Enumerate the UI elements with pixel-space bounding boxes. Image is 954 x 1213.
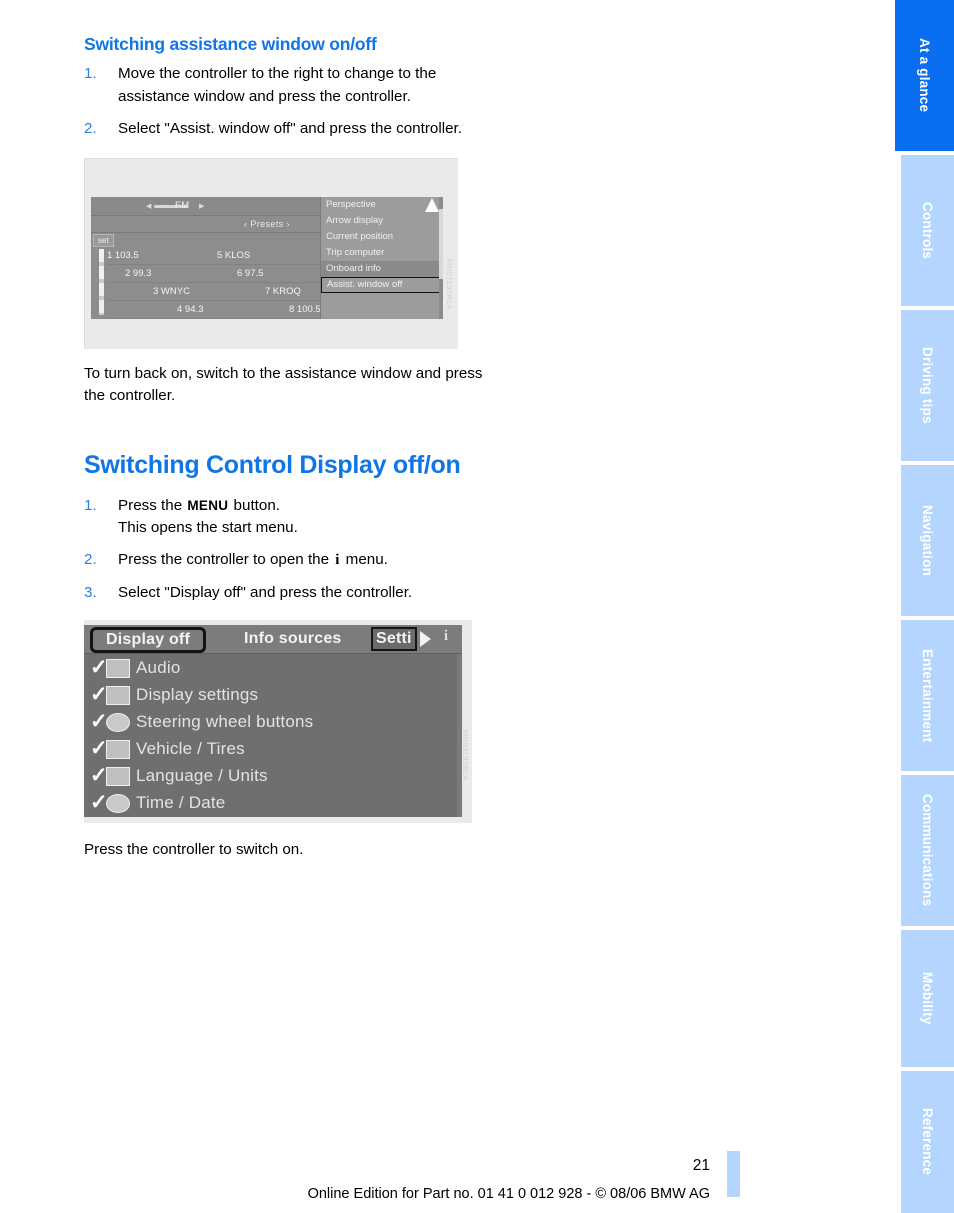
page-number: 21	[692, 1157, 710, 1174]
control-display-screen: ◀ FM ▶ ‹ Presets › set 1 103.5 5 KLOS 2 …	[91, 196, 443, 319]
sidebar-tab-navigation[interactable]: Navigation	[901, 465, 954, 616]
steps-list-assistance-window: 1. Move the controller to the right to c…	[84, 63, 484, 140]
figure-display-off-menu: Display off Info sources Setti i ✓ Audio…	[84, 620, 472, 824]
tab-settings[interactable]: Setti	[371, 627, 417, 652]
step-number: 2.	[84, 119, 97, 137]
figure-watermark: MN93195RLA	[461, 730, 470, 782]
left-arrow-icon: ◀	[146, 202, 152, 210]
screen-tabbar: Display off Info sources Setti i	[84, 625, 462, 655]
chapter-tab-rail: At a glance Controls Driving tips Naviga…	[895, 0, 954, 1213]
step-text: Select "Display off" and press the contr…	[118, 584, 413, 602]
vehicle-icon	[106, 740, 130, 760]
list-item-steering-wheel-buttons[interactable]: ✓ Steering wheel buttons	[84, 708, 444, 735]
assistance-window-note: To turn back on, switch to the assistanc…	[84, 364, 483, 405]
preset-left: 1 103.5	[107, 249, 139, 261]
list-item-label: Language / Units	[136, 766, 268, 786]
step-item: 3. Select "Display off" and press the co…	[84, 582, 484, 604]
list-item-time-date[interactable]: ✓ Time / Date	[84, 789, 444, 816]
preset-right: 7 KROQ	[265, 285, 301, 297]
sidebar-tab-at-a-glance[interactable]: At a glance	[895, 0, 954, 151]
list-item-label: Time / Date	[136, 793, 226, 813]
assistance-window-menu: Perspective Arrow display Current positi…	[320, 196, 443, 319]
sidebar-tab-communications[interactable]: Communications	[901, 775, 954, 926]
menu-scrollbar[interactable]	[439, 196, 443, 319]
scroll-segment	[99, 248, 104, 262]
preset-right: 8 100.5	[289, 303, 321, 315]
step-text: Move the controller to the right to chan…	[118, 65, 437, 105]
preset-left: 4 94.3	[177, 303, 204, 315]
step-number: 1.	[84, 65, 97, 83]
sidebar-tab-mobility[interactable]: Mobility	[901, 930, 954, 1067]
step-item: 1. Press the MENU button. This opens the…	[84, 495, 484, 539]
step-text: Select "Assist. window off" and press th…	[118, 119, 462, 137]
audio-icon	[106, 659, 130, 679]
control-display-screen-2: Display off Info sources Setti i ✓ Audio…	[84, 625, 462, 818]
step-text-line2: This opens the start menu.	[118, 518, 298, 536]
figure-radio-assistance-window: ◀ FM ▶ ‹ Presets › set 1 103.5 5 KLOS 2 …	[84, 157, 458, 349]
menu-item-arrow-display[interactable]: Arrow display	[321, 213, 443, 229]
step-number: 2.	[84, 551, 97, 569]
set-button[interactable]: set	[93, 233, 114, 247]
next-arrow-icon[interactable]	[420, 631, 431, 648]
step-text-prefix: Press the	[118, 496, 187, 514]
step-text-suffix: menu.	[341, 551, 388, 569]
step-item: 2. Press the controller to open the i me…	[84, 549, 484, 572]
step-number: 1.	[84, 496, 97, 514]
preset-right: 6 97.5	[237, 267, 264, 279]
section-heading-assistance-window: Switching assistance window on/off	[84, 34, 377, 54]
scroll-segment	[99, 299, 104, 313]
step-text-prefix: Press the controller to open the	[118, 551, 334, 569]
figure-watermark: MN07195RLA	[445, 258, 454, 311]
menu-item-onboard-info[interactable]: Onboard info	[321, 260, 443, 277]
step-text-suffix: button.	[229, 496, 280, 514]
menu-item-split-screen[interactable]: Split screen Comfort	[321, 293, 443, 309]
sidebar-tab-controls[interactable]: Controls	[901, 155, 954, 306]
footer-marker-bar	[727, 1151, 740, 1197]
sidebar-tab-reference[interactable]: Reference	[901, 1071, 954, 1213]
scrollbar-thumb[interactable]	[439, 208, 443, 279]
step-item: 1. Move the controller to the right to c…	[84, 63, 484, 107]
section-heading-control-display: Switching Control Display off/on	[84, 451, 461, 480]
steps-list-control-display: 1. Press the MENU button. This opens the…	[84, 495, 484, 604]
sidebar-tab-entertainment[interactable]: Entertainment	[901, 620, 954, 771]
flag-icon	[106, 767, 130, 787]
step-item: 2. Select "Assist. window off" and press…	[84, 118, 484, 140]
steering-wheel-icon	[106, 713, 130, 733]
presets-label: ‹ Presets ›	[244, 218, 290, 229]
list-item-label: Audio	[136, 658, 181, 678]
list-item-display-settings[interactable]: ✓ Display settings	[84, 681, 444, 708]
sidebar-tab-driving-tips[interactable]: Driving tips	[901, 310, 954, 461]
display-off-note: Press the controller to switch on.	[84, 841, 304, 859]
step-number: 3.	[84, 584, 97, 602]
scroll-strip[interactable]	[99, 248, 104, 315]
scroll-segment	[99, 265, 104, 279]
display-icon	[106, 686, 130, 706]
cursor-arrow-icon	[425, 197, 439, 212]
scroll-segment	[99, 282, 104, 296]
list-item-audio[interactable]: ✓ Audio	[84, 654, 444, 681]
list-item-vehicle-tires[interactable]: ✓ Vehicle / Tires	[84, 735, 444, 762]
right-arrow-icon: ▶	[199, 202, 205, 210]
menu-item-assist-window-off[interactable]: Assist. window off	[321, 276, 440, 293]
page-content: Switching assistance window on/off 1. Mo…	[84, 34, 484, 861]
manual-page: Switching assistance window on/off 1. Mo…	[0, 0, 895, 1213]
preset-left: 2 99.3	[125, 267, 152, 279]
menu-item-current-position[interactable]: Current position	[321, 229, 443, 245]
clock-icon	[106, 794, 130, 814]
preset-right: 5 KLOS	[217, 249, 251, 261]
list-item-label: Display settings	[136, 685, 259, 705]
tab-display-off[interactable]: Display off	[90, 627, 206, 654]
tab-info-sources[interactable]: Info sources	[244, 627, 342, 651]
preset-left: 3 WNYC	[153, 285, 190, 297]
list-item-label: Steering wheel buttons	[136, 712, 314, 732]
page-footer: 21 Online Edition for Part no. 01 41 0 0…	[0, 1143, 895, 1213]
info-menu-icon[interactable]: i	[436, 628, 456, 650]
band-label: FM	[175, 199, 190, 211]
menu-button-key: MENU	[187, 497, 229, 513]
settings-menu-list: ✓ Audio ✓ Display settings ✓ Steering wh…	[84, 654, 444, 816]
edition-line: Online Edition for Part no. 01 41 0 012 …	[307, 1186, 710, 1202]
menu-item-trip-computer[interactable]: Trip computer	[321, 245, 443, 261]
list-item-label: Vehicle / Tires	[136, 739, 245, 759]
list-item-language-units[interactable]: ✓ Language / Units	[84, 762, 444, 789]
